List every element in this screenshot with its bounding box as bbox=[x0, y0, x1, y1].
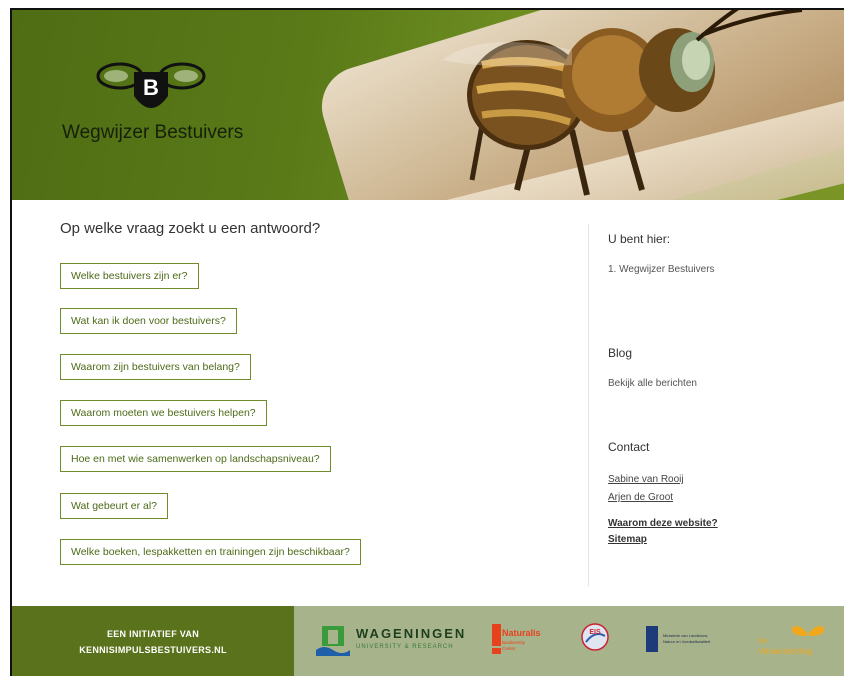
naturalis-sub-1: Biodiversity bbox=[502, 640, 526, 645]
wageningen-logo[interactable]: WAGENINGEN UNIVERSITY & RESEARCH bbox=[316, 622, 466, 662]
site-logo[interactable]: B Wegwijzer Bestuivers bbox=[62, 58, 252, 148]
info-links: Waarom deze website? Sitemap bbox=[608, 516, 718, 548]
wageningen-icon bbox=[316, 626, 350, 656]
eis-icon: EIS bbox=[581, 623, 609, 651]
naturalis-sub-2: Center bbox=[502, 646, 516, 651]
question-button-waarom-van-belang[interactable]: Waarom zijn bestuivers van belang? bbox=[60, 354, 251, 380]
eis-label: EIS bbox=[589, 629, 601, 636]
sitemap-link[interactable]: Sitemap bbox=[608, 532, 718, 548]
blog-link[interactable]: Bekijk alle berichten bbox=[608, 378, 697, 389]
question-button-samenwerken[interactable]: Hoe en met wie samenwerken op landschaps… bbox=[60, 446, 331, 472]
naturalis-mark-2 bbox=[492, 648, 501, 654]
hero-banner: B Wegwijzer Bestuivers bbox=[12, 10, 844, 200]
question-button-wat-kan-ik-doen[interactable]: Wat kan ik doen voor bestuivers? bbox=[60, 308, 237, 334]
site-title: Wegwijzer Bestuivers bbox=[62, 122, 244, 143]
wageningen-name: WAGENINGEN bbox=[356, 626, 467, 641]
contact-link-sabine[interactable]: Sabine van Rooij bbox=[608, 471, 684, 489]
butterfly-icon bbox=[791, 626, 825, 636]
question-button-waarom-helpen[interactable]: Waarom moeten we bestuivers helpen? bbox=[60, 400, 267, 426]
bee-logo-icon: B bbox=[96, 62, 206, 108]
blog-heading: Blog bbox=[608, 346, 633, 360]
breadcrumb-item[interactable]: 1. Wegwijzer Bestuivers bbox=[608, 264, 715, 275]
eis-logo[interactable]: EIS bbox=[580, 622, 610, 656]
naturalis-mark bbox=[492, 624, 501, 646]
vlinderstichting-logo[interactable]: De Vlinderstichting bbox=[748, 622, 844, 658]
wageningen-sub: UNIVERSITY & RESEARCH bbox=[356, 644, 454, 650]
breadcrumb-heading: U bent hier: bbox=[608, 232, 671, 246]
initiative-line-1: EEN INITIATIEF VAN bbox=[106, 629, 200, 639]
ministry-line-2: Natuur en Voedselkwaliteit bbox=[663, 639, 711, 644]
naturalis-name: Naturalis bbox=[502, 628, 541, 638]
question-button-welke-bestuivers[interactable]: Welke bestuivers zijn er? bbox=[60, 263, 199, 289]
contact-heading: Contact bbox=[608, 440, 650, 454]
contact-link-arjen[interactable]: Arjen de Groot bbox=[608, 489, 684, 507]
page: B Wegwijzer Bestuivers Op welke vraag zo… bbox=[10, 8, 844, 676]
vlinder-line-1: De bbox=[758, 638, 767, 645]
sidebar-divider bbox=[588, 224, 589, 586]
logo-letter: B bbox=[143, 75, 159, 100]
naturalis-logo[interactable]: Naturalis Biodiversity Center bbox=[492, 624, 552, 660]
main-content: Op welke vraag zoekt u een antwoord? Wel… bbox=[12, 200, 844, 606]
contact-list: Sabine van Rooij Arjen de Groot bbox=[608, 471, 684, 507]
question-button-boeken[interactable]: Welke boeken, lespakketten en trainingen… bbox=[60, 539, 361, 565]
question-button-wat-gebeurt[interactable]: Wat gebeurt er al? bbox=[60, 493, 168, 519]
ministry-logo[interactable]: Ministerie van Landbouw, Natuur en Voeds… bbox=[646, 626, 726, 654]
why-website-link[interactable]: Waarom deze website? bbox=[608, 516, 718, 532]
ministry-emblem bbox=[646, 626, 658, 652]
ministry-line-1: Ministerie van Landbouw, bbox=[663, 633, 709, 638]
initiative-line-2: KENNISIMPULSBESTUIVERS.NL bbox=[79, 645, 227, 655]
footer: EEN INITIATIEF VAN KENNISIMPULSBESTUIVER… bbox=[12, 606, 844, 676]
page-question: Op welke vraag zoekt u een antwoord? bbox=[60, 220, 321, 237]
initiative-text[interactable]: EEN INITIATIEF VAN KENNISIMPULSBESTUIVER… bbox=[12, 626, 294, 658]
vlinder-line-2: Vlinderstichting bbox=[758, 647, 813, 656]
